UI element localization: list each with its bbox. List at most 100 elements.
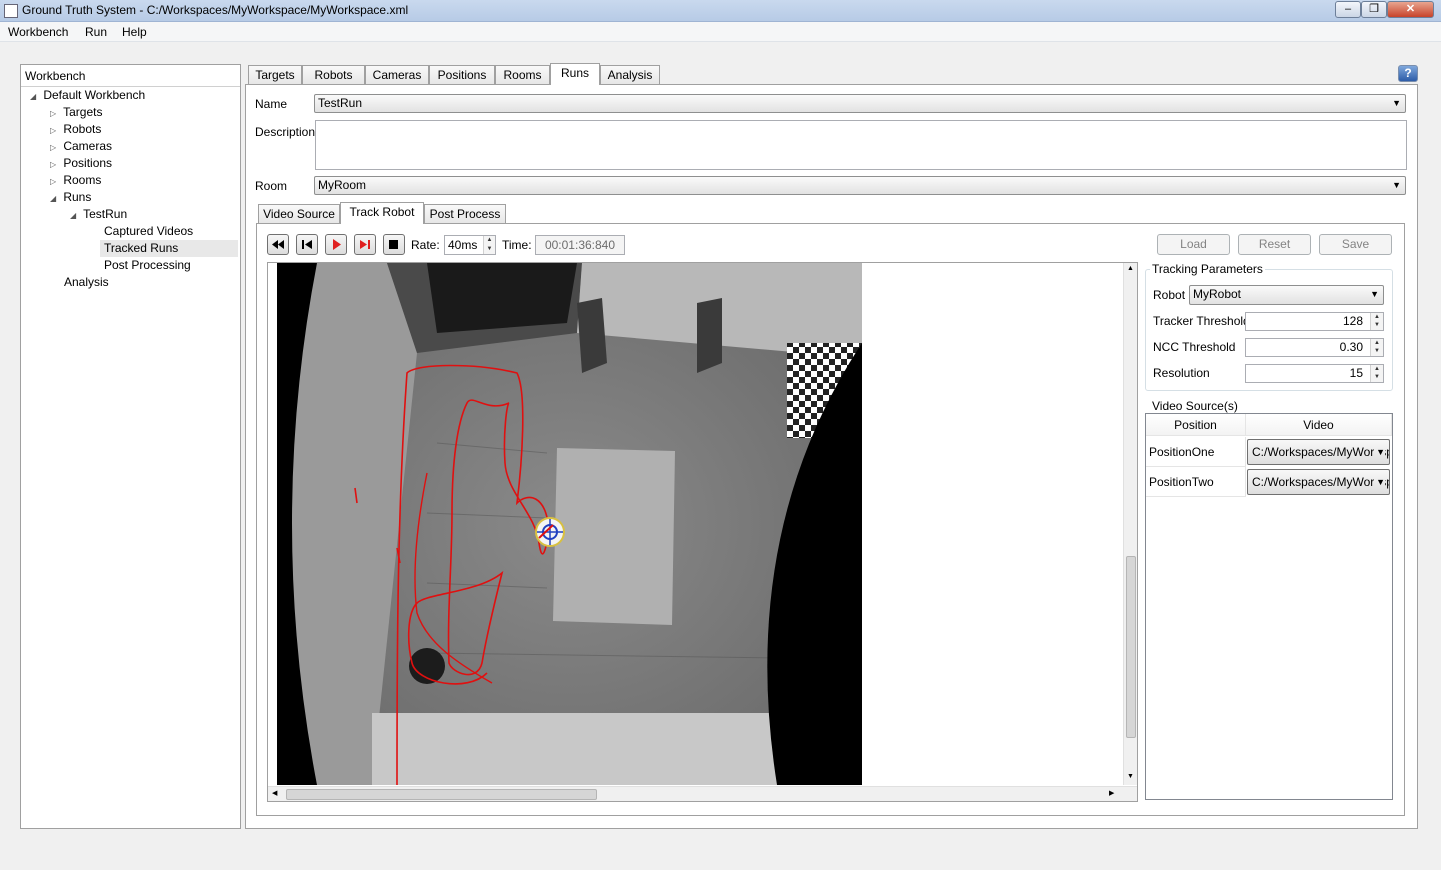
ncc-threshold-spinbox[interactable]: 0.30 ▲ ▼ [1245, 338, 1384, 357]
scroll-right-icon[interactable]: ▶ [1109, 789, 1114, 797]
ncc-threshold-value: 0.30 [1339, 340, 1363, 354]
rate-label: Rate: [411, 238, 440, 252]
collapsed-icon[interactable]: ▷ [50, 105, 60, 122]
description-field[interactable] [315, 120, 1407, 170]
expanded-icon[interactable]: ◢ [70, 207, 80, 224]
step-forward-button[interactable] [354, 234, 376, 255]
table-row-position[interactable]: PositionTwo [1146, 467, 1246, 497]
tab-targets[interactable]: Targets [248, 65, 302, 85]
chevron-down-icon: ▼ [1370, 289, 1379, 299]
expanded-icon[interactable]: ◢ [50, 190, 60, 207]
play-button[interactable] [325, 234, 347, 255]
tree-item-testrun[interactable]: ◢ TestRun [70, 206, 127, 223]
resolution-label: Resolution [1153, 366, 1210, 380]
collapsed-icon[interactable]: ▷ [50, 173, 60, 190]
tree-label: Positions [63, 156, 113, 170]
column-header-video[interactable]: Video [1246, 414, 1392, 436]
tab-analysis[interactable]: Analysis [600, 65, 660, 85]
stop-icon [389, 240, 398, 249]
scroll-thumb[interactable] [1126, 556, 1136, 738]
resolution-spinbox[interactable]: 15 ▲ ▼ [1245, 364, 1384, 383]
scroll-down-icon[interactable]: ▼ [1127, 773, 1134, 780]
scroll-left-icon[interactable]: ◀ [272, 789, 277, 797]
tab-positions[interactable]: Positions [429, 65, 495, 85]
table-row-position[interactable]: PositionOne [1146, 437, 1246, 467]
tab-robots[interactable]: Robots [302, 65, 365, 85]
skip-start-button[interactable] [296, 234, 318, 255]
name-combobox[interactable]: TestRun ▼ [314, 94, 1406, 113]
chevron-down-icon: ▼ [1374, 440, 1385, 464]
collapsed-icon[interactable]: ▷ [50, 139, 60, 156]
close-icon[interactable]: ✕ [1387, 1, 1434, 18]
tree-item-cameras[interactable]: ▷ Cameras [50, 138, 112, 155]
tracking-parameters-title: Tracking Parameters [1150, 262, 1265, 276]
tree-item-captured-videos[interactable]: Captured Videos [104, 223, 193, 240]
tree-item-robots[interactable]: ▷ Robots [50, 121, 101, 138]
tab-track-robot[interactable]: Track Robot [340, 202, 424, 224]
video-value: C:/Workspaces/MyWorkspace [1252, 475, 1389, 489]
tree-label: Rooms [63, 173, 102, 187]
tree-item-default-workbench[interactable]: ◢ Default Workbench [30, 87, 239, 104]
collapsed-icon[interactable]: ▷ [50, 122, 60, 139]
stop-button[interactable] [383, 234, 405, 255]
tab-rooms[interactable]: Rooms [495, 65, 550, 85]
tree-label: Runs [63, 190, 92, 204]
help-icon[interactable]: ? [1398, 65, 1418, 82]
video-combobox[interactable]: C:/Workspaces/MyWorkspace▼ [1247, 439, 1390, 465]
save-button[interactable]: Save [1319, 234, 1392, 255]
spin-arrows-icon[interactable]: ▲ ▼ [1370, 365, 1383, 382]
collapsed-icon[interactable]: ▷ [50, 156, 60, 173]
time-display: 00:01:36:840 [535, 235, 625, 255]
tree-item-analysis[interactable]: Analysis [64, 274, 109, 291]
room-label: Room [255, 179, 288, 193]
robot-value: MyRobot [1193, 287, 1242, 301]
menu-bar: Workbench Run Help [0, 22, 1441, 42]
horizontal-scrollbar[interactable]: ◀ ▶ [268, 786, 1137, 801]
column-header-position[interactable]: Position [1146, 414, 1246, 436]
tab-cameras[interactable]: Cameras [365, 65, 429, 85]
vertical-scrollbar[interactable]: ▲ ▼ [1123, 263, 1137, 785]
tree-label: Robots [63, 122, 102, 136]
room-combobox[interactable]: MyRoom ▼ [314, 176, 1406, 195]
chevron-down-icon: ▼ [1392, 98, 1401, 108]
camera-frame-image[interactable] [277, 263, 862, 785]
tree-item-positions[interactable]: ▷ Positions [50, 155, 112, 172]
maximize-icon[interactable]: ❐ [1361, 1, 1387, 18]
minimize-icon[interactable]: – [1335, 1, 1361, 18]
video-sources-title: Video Source(s) [1150, 399, 1240, 413]
expanded-icon[interactable]: ◢ [30, 88, 40, 105]
menu-run[interactable]: Run [85, 25, 107, 39]
tab-video-source[interactable]: Video Source [258, 204, 340, 224]
tree-label: TestRun [83, 207, 128, 221]
scroll-up-icon[interactable]: ▲ [1127, 265, 1134, 272]
video-combobox[interactable]: C:/Workspaces/MyWorkspace▼ [1247, 469, 1390, 495]
tree-label: Targets [63, 105, 103, 119]
tree-item-post-processing[interactable]: Post Processing [104, 257, 191, 274]
tracker-threshold-value: 128 [1342, 314, 1363, 328]
spin-arrows-icon[interactable]: ▲ ▼ [1370, 339, 1383, 356]
tree-item-rooms[interactable]: ▷ Rooms [50, 172, 101, 189]
tab-runs[interactable]: Runs [550, 63, 600, 85]
spin-arrows-icon[interactable]: ▲ ▼ [1370, 313, 1383, 330]
tab-post-process[interactable]: Post Process [424, 204, 506, 224]
app-icon [4, 4, 18, 18]
tree-item-runs[interactable]: ◢ Runs [50, 189, 91, 206]
menu-workbench[interactable]: Workbench [8, 25, 68, 39]
play-icon [333, 239, 341, 250]
room-value: MyRoom [318, 178, 367, 192]
chevron-down-icon: ▼ [1392, 180, 1401, 190]
time-label: Time: [502, 238, 532, 252]
rewind-button[interactable] [267, 234, 289, 255]
reset-button[interactable]: Reset [1238, 234, 1311, 255]
robot-combobox[interactable]: MyRobot ▼ [1189, 285, 1384, 305]
load-button[interactable]: Load [1157, 234, 1230, 255]
tree-item-tracked-runs[interactable]: Tracked Runs [100, 240, 238, 257]
video-value: C:/Workspaces/MyWorkspace [1252, 445, 1389, 459]
tracker-threshold-spinbox[interactable]: 128 ▲ ▼ [1245, 312, 1384, 331]
scroll-thumb[interactable] [286, 789, 597, 800]
rate-spinbox[interactable]: 40ms ▲ ▼ [444, 235, 496, 255]
menu-help[interactable]: Help [122, 25, 147, 39]
tree-item-targets[interactable]: ▷ Targets [50, 104, 102, 121]
resolution-value: 15 [1349, 366, 1363, 380]
spin-arrows-icon[interactable]: ▲ ▼ [483, 236, 495, 254]
